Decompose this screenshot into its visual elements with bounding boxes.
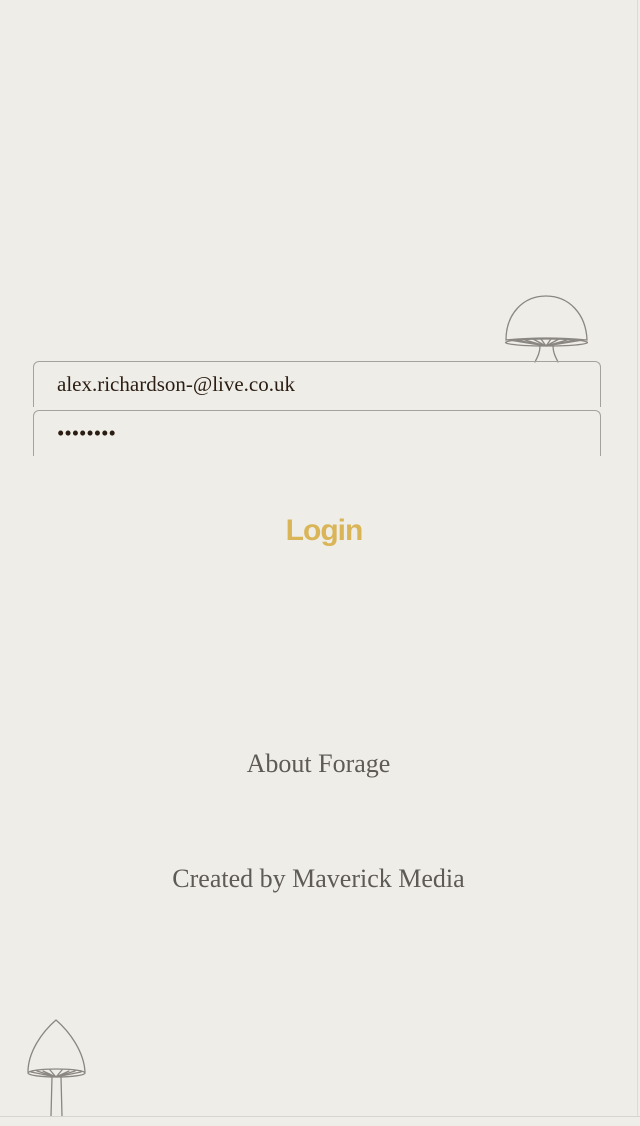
password-field-value: •••••••• xyxy=(57,421,116,445)
password-field[interactable]: •••••••• xyxy=(33,410,601,456)
login-button[interactable]: Login xyxy=(260,508,388,554)
page-edge-divider xyxy=(637,0,638,1116)
mushroom-icon xyxy=(27,1019,86,1117)
about-forage-link[interactable]: About Forage xyxy=(0,749,637,779)
email-field[interactable]: alex.richardson-@live.co.uk xyxy=(33,361,601,407)
page-bottom-divider xyxy=(0,1116,640,1117)
created-by-link[interactable]: Created by Maverick Media xyxy=(0,864,637,894)
mushroom-icon xyxy=(504,295,589,363)
email-field-value: alex.richardson-@live.co.uk xyxy=(57,372,296,396)
